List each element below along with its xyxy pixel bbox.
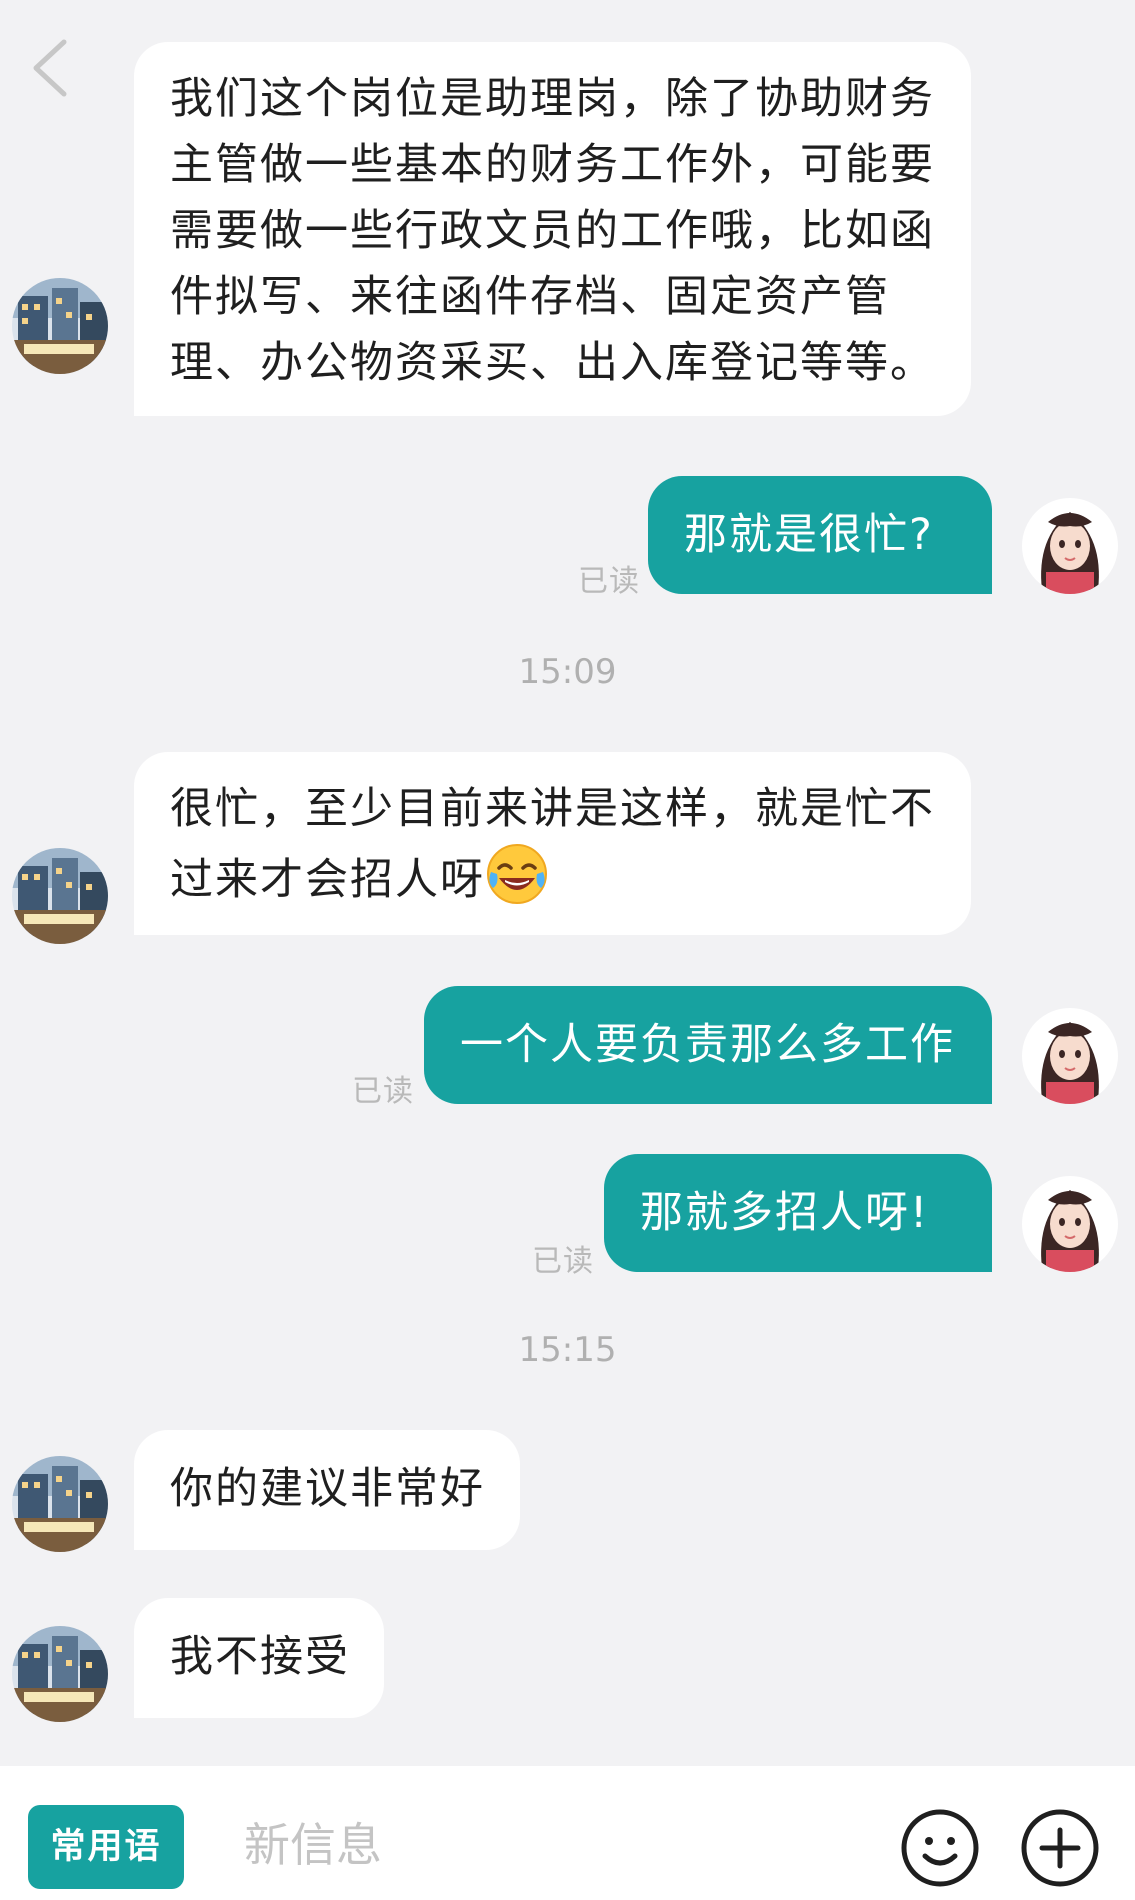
contact-avatar[interactable] bbox=[12, 848, 108, 944]
plus-icon bbox=[1021, 1809, 1099, 1887]
message-text: 那就是很忙? bbox=[684, 510, 934, 560]
my-avatar[interactable] bbox=[1022, 498, 1118, 594]
more-button[interactable] bbox=[1018, 1806, 1102, 1890]
message-bubble-incoming[interactable]: 我们这个岗位是助理岗，除了协助财务主管做一些基本的财务工作外，可能要需要做一些行… bbox=[134, 42, 971, 416]
message-input[interactable] bbox=[244, 1800, 864, 1890]
read-status: 已读 bbox=[532, 1244, 594, 1279]
timestamp: 15:09 bbox=[518, 652, 617, 692]
message-text: 一个人要负责那么多工作 bbox=[460, 1020, 955, 1070]
message-bubble-incoming[interactable]: 我不接受 bbox=[134, 1598, 384, 1718]
contact-avatar[interactable] bbox=[12, 1626, 108, 1722]
message-text: 我们这个岗位是助理岗，除了协助财务主管做一些基本的财务工作外，可能要需要做一些行… bbox=[170, 74, 935, 388]
message-bubble-outgoing[interactable]: 那就多招人呀! bbox=[604, 1154, 992, 1272]
my-avatar[interactable] bbox=[1022, 1008, 1118, 1104]
emoji-button[interactable] bbox=[898, 1806, 982, 1890]
contact-avatar[interactable] bbox=[12, 1456, 108, 1552]
smiley-icon bbox=[901, 1809, 979, 1887]
message-bubble-outgoing[interactable]: 那就是很忙? bbox=[648, 476, 992, 594]
contact-avatar[interactable] bbox=[12, 278, 108, 374]
face-with-tears-of-joy-icon bbox=[485, 842, 549, 906]
read-status: 已读 bbox=[578, 564, 640, 599]
message-text: 我不接受 bbox=[170, 1632, 350, 1682]
common-phrases-button[interactable]: 常用语 bbox=[28, 1805, 184, 1889]
chevron-left-icon bbox=[33, 39, 67, 97]
message-text: 很忙，至少目前来讲是这样，就是忙不过来才会招人呀 bbox=[170, 784, 935, 905]
my-avatar[interactable] bbox=[1022, 1176, 1118, 1272]
message-bubble-incoming[interactable]: 你的建议非常好 bbox=[134, 1430, 520, 1550]
message-bubble-incoming[interactable]: 很忙，至少目前来讲是这样，就是忙不过来才会招人呀 bbox=[134, 752, 971, 935]
message-bubble-outgoing[interactable]: 一个人要负责那么多工作 bbox=[424, 986, 992, 1104]
back-button[interactable] bbox=[28, 38, 72, 98]
message-text: 那就多招人呀! bbox=[640, 1188, 930, 1238]
read-status: 已读 bbox=[352, 1074, 414, 1109]
message-text: 你的建议非常好 bbox=[170, 1464, 485, 1514]
timestamp: 15:15 bbox=[518, 1330, 617, 1370]
